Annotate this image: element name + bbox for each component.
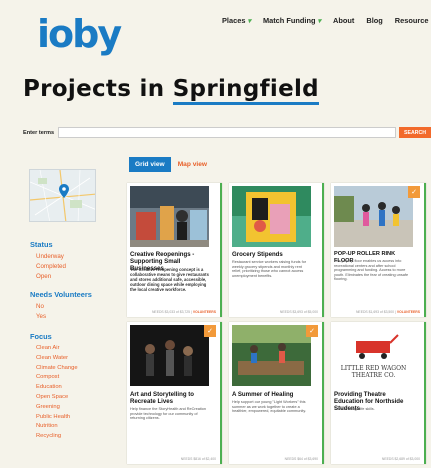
staff-pick-badge-icon: ✓	[408, 186, 420, 198]
project-image	[232, 325, 311, 386]
filter-volunteers-no[interactable]: No	[36, 302, 92, 312]
site-header: ioby Places ▾ Match Funding ▾ About Blog R…	[0, 0, 431, 70]
map-pin-icon[interactable]	[59, 184, 69, 198]
project-funding: NEEDS $816 of $2,400	[180, 457, 216, 461]
nav-resources[interactable]: Resource	[395, 16, 429, 25]
project-description: The Creative Reopening concept is a coll…	[130, 267, 209, 292]
project-description: Help finance the StoryHealth and ReCreat…	[130, 407, 206, 421]
project-image: LITTLE RED WAGON THEATRE CO.	[334, 325, 413, 386]
card-accent-bar	[322, 322, 324, 464]
project-image	[130, 186, 209, 247]
staff-pick-badge-icon: ✓	[306, 325, 318, 337]
filter-heading-status: Status	[30, 240, 53, 249]
project-image	[130, 325, 209, 386]
project-card[interactable]: ✓ Art and Storytelling to Recreate Lives…	[127, 322, 222, 464]
card-accent-bar	[220, 183, 222, 317]
search-button[interactable]: SEARCH	[399, 127, 431, 138]
view-tabs: Grid view Map view	[129, 157, 207, 172]
project-card[interactable]: Creative Reopenings - Supporting Small B…	[127, 183, 222, 317]
search-input[interactable]	[58, 127, 396, 138]
project-card[interactable]: ✓ A Summer of Healing Help support our y…	[229, 322, 324, 464]
search-bar: Enter terms SEARCH	[23, 127, 431, 138]
filter-focus-item[interactable]: Open Space	[36, 393, 92, 403]
filter-focus-item[interactable]: Clean Water	[36, 354, 92, 364]
filter-status-open[interactable]: Open	[36, 272, 92, 282]
location-map[interactable]	[29, 169, 96, 222]
project-description: Restaurant service workers raising funds…	[232, 260, 307, 278]
wagon-logo-line1: LITTLE RED WAGON	[341, 365, 407, 372]
card-accent-bar	[424, 183, 426, 317]
filter-focus-item[interactable]: Public Health	[36, 413, 92, 423]
project-card[interactable]: LITTLE RED WAGON THEATRE CO. Providing T…	[331, 322, 426, 464]
project-funding: NEEDS $64 of $3,690	[284, 457, 318, 461]
card-accent-bar	[424, 322, 426, 464]
card-accent-bar	[220, 322, 222, 464]
chevron-down-icon: ▾	[247, 17, 251, 25]
project-title[interactable]: A Summer of Healing	[232, 391, 312, 398]
nav-blog[interactable]: Blog	[366, 16, 382, 25]
filter-focus-item[interactable]: Clean Air	[36, 344, 92, 354]
filter-focus-item[interactable]: Nutrition	[36, 422, 92, 432]
filter-focus-item[interactable]: Greening	[36, 403, 92, 413]
project-description: Theatre brings life skills.	[334, 407, 375, 411]
filter-sidebar: Status Underway Completed Open Needs Vol…	[30, 240, 92, 442]
filter-status-underway[interactable]: Underway	[36, 252, 92, 262]
project-funding: NEEDS $3,693 of $5,000	[279, 310, 318, 314]
card-accent-bar	[322, 183, 324, 317]
filter-focus-item[interactable]: Education	[36, 383, 92, 393]
main-nav: Places ▾ Match Funding ▾ About Blog Resour…	[222, 16, 431, 25]
filter-volunteers-yes[interactable]: Yes	[36, 312, 92, 322]
tab-grid-view[interactable]: Grid view	[129, 157, 171, 172]
chevron-down-icon: ▾	[317, 17, 322, 25]
project-image	[232, 186, 311, 247]
filter-heading-volunteers: Needs Volunteers	[30, 290, 92, 300]
nav-places[interactable]: Places ▾	[222, 16, 251, 25]
project-image	[334, 186, 413, 247]
nav-about[interactable]: About	[333, 16, 354, 25]
project-funding: NEEDS $3,033 of $3,725 | VOLUNTEERS	[151, 310, 216, 314]
filter-focus-item[interactable]: Recycling	[36, 432, 92, 442]
project-funding: NEEDS $1,693 of $3,500 | VOLUNTEERS	[355, 310, 420, 314]
tab-map-view[interactable]: Map view	[178, 161, 207, 168]
project-description: The pop-up floor enables us access into …	[334, 259, 409, 282]
filter-focus-item[interactable]: Climate Change	[36, 364, 92, 374]
project-title[interactable]: Grocery Stipends	[232, 251, 312, 258]
wagon-logo-line2: THEATRE CO.	[352, 372, 396, 379]
project-description: Help support our young "Light Workers" t…	[232, 400, 307, 414]
nav-match-funding[interactable]: Match Funding ▾	[263, 16, 321, 25]
project-funding: NEEDS $2,689 of $3,000	[381, 457, 420, 461]
wagon-logo-icon: LITTLE RED WAGON THEATRE CO.	[334, 325, 413, 386]
project-card[interactable]: ✓ POP-UP ROLLER RINK FLOOR The pop-up fl…	[331, 183, 426, 317]
filter-heading-focus: Focus	[30, 331, 52, 341]
ioby-logo[interactable]: ioby	[37, 14, 122, 54]
page-title: Projects in Springfield	[23, 76, 319, 102]
page-title-city: Springfield	[172, 76, 319, 102]
project-card[interactable]: Grocery Stipends Restaurant service work…	[229, 183, 324, 317]
project-title[interactable]: Art and Storytelling to Recreate Lives	[130, 391, 210, 405]
staff-pick-badge-icon: ✓	[204, 325, 216, 337]
filter-status-completed[interactable]: Completed	[36, 262, 92, 272]
filter-focus-item[interactable]: Compost	[36, 373, 92, 383]
search-label: Enter terms	[23, 129, 55, 136]
